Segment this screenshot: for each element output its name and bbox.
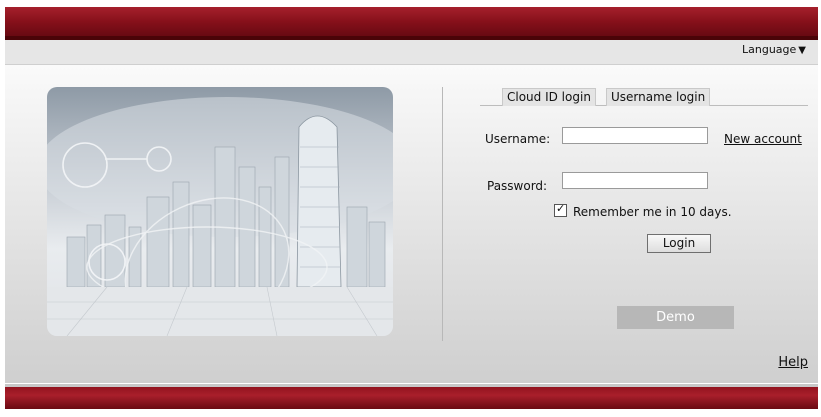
password-label: Password:: [487, 179, 548, 193]
remember-me-checkbox[interactable]: [554, 202, 567, 217]
login-button[interactable]: Login: [647, 234, 711, 253]
help-link[interactable]: Help: [778, 355, 808, 370]
dropdown-arrow-icon: ▼: [798, 45, 806, 56]
main-panel: Cloud ID login Username login Username: …: [5, 65, 818, 383]
username-label: Username:: [485, 132, 551, 146]
language-label: Language: [742, 43, 797, 56]
tab-cloud-id-login[interactable]: Cloud ID login: [502, 88, 596, 106]
city-hero-image: [47, 87, 393, 336]
demo-button[interactable]: Demo: [617, 306, 734, 329]
language-bar: Language ▼: [5, 40, 818, 65]
login-tabs: Cloud ID login Username login: [480, 88, 808, 106]
password-input[interactable]: [562, 172, 708, 189]
remember-me-row: Remember me in 10 days.: [554, 202, 732, 219]
vertical-divider: [442, 87, 443, 341]
bottom-banner: [5, 384, 818, 409]
top-banner: [5, 7, 818, 40]
tab-username-login[interactable]: Username login: [606, 88, 711, 106]
remember-me-label: Remember me in 10 days.: [573, 205, 732, 219]
city-illustration: [47, 97, 393, 336]
language-selector[interactable]: Language ▼: [742, 43, 806, 56]
username-input[interactable]: [562, 127, 708, 144]
new-account-link[interactable]: New account: [724, 132, 802, 146]
